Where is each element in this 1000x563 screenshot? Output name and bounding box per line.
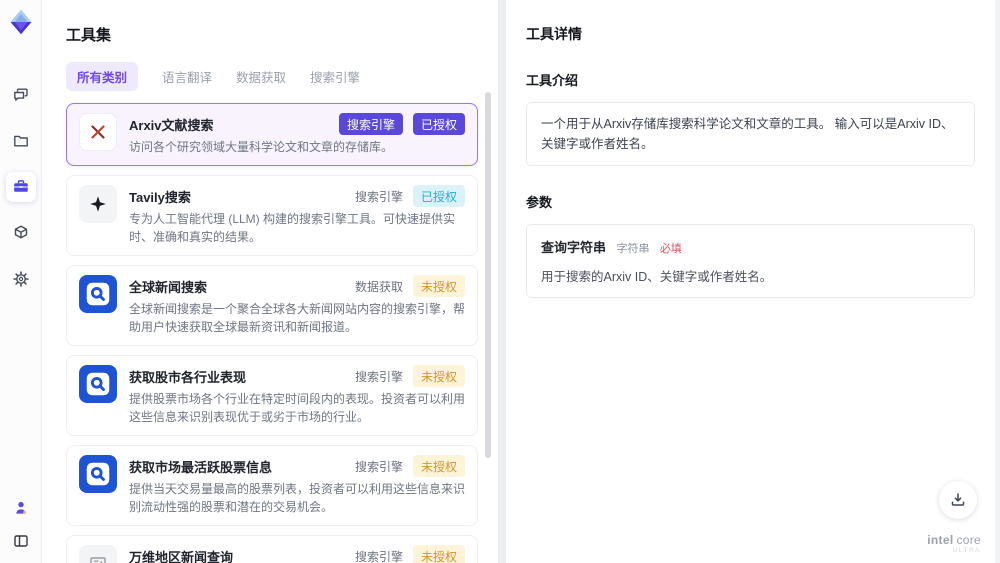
intel-core-badge: intel core ULTRA bbox=[927, 532, 981, 554]
tool-card[interactable]: Arxiv文献搜索 搜索引擎 已授权 访问各个研究领域大量科学论文和文章的存储库… bbox=[66, 103, 478, 166]
sidebar-item-settings[interactable] bbox=[6, 264, 36, 294]
tool-description: 提供股票市场各个行业在特定时间段内的表现。投资者可以利用这些信息来识别表现优于或… bbox=[129, 392, 466, 424]
chat-icon bbox=[13, 88, 28, 101]
gear-icon bbox=[12, 271, 29, 287]
diamond-logo bbox=[10, 9, 31, 35]
download-icon bbox=[951, 493, 965, 506]
tool-card-body: 全球新闻搜索 数据获取 未授权 全球新闻搜索是一个聚合全球各大新闻网站内容的搜索… bbox=[129, 275, 465, 336]
sidebar-item-files[interactable] bbox=[6, 126, 36, 156]
icon-sidebar bbox=[0, 0, 42, 563]
tool-icon bbox=[79, 365, 117, 403]
tool-title: Tavily搜索 bbox=[129, 190, 191, 205]
panel-toggle-icon bbox=[13, 535, 28, 547]
tool-card-body: 获取市场最活跃股票信息 搜索引擎 未授权 提供当天交易量最高的股票列表，投资者可… bbox=[129, 455, 465, 516]
panel-toggle[interactable] bbox=[6, 529, 36, 553]
newspaper-icon bbox=[90, 557, 106, 563]
window-scrollbar-track[interactable] bbox=[995, 0, 1000, 563]
tool-title: 获取股市各行业表现 bbox=[129, 370, 247, 385]
brand-intel: intel bbox=[927, 532, 954, 547]
tool-icon bbox=[79, 275, 117, 313]
category-badge: 数据获取 bbox=[354, 279, 403, 294]
param-description: 用于搜索的Arxiv ID、关键字或作者姓名。 bbox=[541, 270, 773, 284]
tool-card-body: Arxiv文献搜索 搜索引擎 已授权 访问各个研究领域大量科学论文和文章的存储库… bbox=[129, 113, 465, 156]
auth-status-badge: 未授权 bbox=[412, 275, 465, 297]
user-icon bbox=[15, 501, 26, 514]
package-icon bbox=[14, 225, 27, 239]
toolbox-icon bbox=[13, 180, 28, 192]
tool-card[interactable]: Tavily搜索 搜索引擎 已授权 专为人工智能代理 (LLM) 构建的搜索引擎… bbox=[66, 175, 478, 256]
category-badge: 搜索引擎 bbox=[354, 369, 403, 384]
search-app-icon bbox=[86, 372, 110, 396]
tool-description: 全球新闻搜索是一个聚合全球各大新闻网站内容的搜索引擎，帮助用户快速获取全球最新资… bbox=[129, 302, 466, 334]
tool-card-body: Tavily搜索 搜索引擎 已授权 专为人工智能代理 (LLM) 构建的搜索引擎… bbox=[129, 185, 465, 246]
user-avatar[interactable] bbox=[6, 497, 36, 519]
auth-status-badge: 未授权 bbox=[412, 545, 465, 563]
param-list: 查询字符串 字符串 必填 用于搜索的Arxiv ID、关键字或作者姓名。 bbox=[526, 224, 975, 298]
tool-icon bbox=[79, 455, 117, 493]
intro-section-title: 工具介绍 bbox=[526, 73, 579, 88]
auth-status-badge: 已授权 bbox=[412, 185, 465, 207]
search-app-icon bbox=[86, 282, 110, 306]
category-badge: 搜索引擎 bbox=[354, 189, 403, 204]
tool-title: Arxiv文献搜索 bbox=[129, 118, 214, 133]
sidebar-item-tools[interactable] bbox=[5, 172, 36, 202]
folder-icon bbox=[13, 135, 28, 147]
category-tab[interactable]: 数据获取 bbox=[236, 62, 286, 91]
tool-card[interactable]: 万维地区新闻查询 搜索引擎 未授权 查询具体行政区划内的新闻，快速了解各地新闻动 bbox=[66, 535, 478, 563]
tool-card[interactable]: 获取股市各行业表现 搜索引擎 未授权 提供股票市场各个行业在特定时间段内的表现。… bbox=[66, 355, 478, 436]
tool-title: 获取市场最活跃股票信息 bbox=[129, 460, 273, 475]
category-tab[interactable]: 语言翻译 bbox=[162, 62, 212, 91]
category-tab[interactable]: 所有类别 bbox=[66, 62, 139, 91]
tool-icon bbox=[79, 185, 117, 223]
tool-description: 提供当天交易量最高的股票列表，投资者可以利用这些信息来识别流动性强的股票和潜在的… bbox=[129, 482, 466, 514]
tool-detail-panel: 工具详情 工具介绍 一个用于从Arxiv存储库搜索科学论文和文章的工具。 输入可… bbox=[506, 0, 995, 563]
tool-description: 专为人工智能代理 (LLM) 构建的搜索引擎工具。可快速提供实时、准确和真实的结… bbox=[129, 212, 456, 244]
page-title: 工具集 bbox=[66, 27, 112, 44]
param-name: 查询字符串 bbox=[541, 240, 607, 255]
tool-card-body: 获取股市各行业表现 搜索引擎 未授权 提供股票市场各个行业在特定时间段内的表现。… bbox=[129, 365, 465, 426]
auth-status-badge: 未授权 bbox=[412, 365, 465, 387]
sidebar-item-models[interactable] bbox=[6, 218, 36, 248]
tool-intro-text: 一个用于从Arxiv存储库搜索科学论文和文章的工具。 输入可以是Arxiv ID… bbox=[526, 102, 975, 166]
tool-card[interactable]: 获取市场最活跃股票信息 搜索引擎 未授权 提供当天交易量最高的股票列表，投资者可… bbox=[66, 445, 478, 526]
tool-card[interactable]: 全球新闻搜索 数据获取 未授权 全球新闻搜索是一个聚合全球各大新闻网站内容的搜索… bbox=[66, 265, 478, 346]
tool-card-body: 万维地区新闻查询 搜索引擎 未授权 查询具体行政区划内的新闻，快速了解各地新闻动 bbox=[129, 545, 465, 563]
category-badge: 搜索引擎 bbox=[354, 549, 403, 563]
brand-core: core bbox=[956, 532, 981, 547]
app-logo bbox=[7, 8, 35, 36]
detail-title: 工具详情 bbox=[526, 26, 582, 42]
auth-status-badge: 未授权 bbox=[412, 455, 465, 477]
search-app-icon bbox=[86, 462, 110, 486]
category-badge: 搜索引擎 bbox=[338, 113, 403, 135]
panel-divider bbox=[498, 0, 506, 563]
category-tab[interactable]: 搜索引擎 bbox=[310, 62, 360, 91]
tool-title: 全球新闻搜索 bbox=[129, 280, 208, 295]
tool-icon bbox=[79, 545, 117, 563]
category-tabs: 所有类别 语言翻译 数据获取 搜索引擎 bbox=[42, 45, 498, 101]
tool-description: 访问各个研究领域大量科学论文和文章的存储库。 bbox=[129, 140, 394, 154]
params-section-title: 参数 bbox=[526, 195, 553, 210]
sidebar-item-chat[interactable] bbox=[6, 80, 36, 110]
param-required-flag: 必填 bbox=[659, 243, 682, 255]
tools-panel: 工具集 所有类别 语言翻译 数据获取 搜索引擎 Arxiv文献搜索 搜索引擎 已… bbox=[42, 0, 498, 563]
auth-status-badge: 已授权 bbox=[412, 113, 465, 135]
arxiv-logo-icon bbox=[91, 125, 105, 139]
sparkle-icon bbox=[90, 196, 106, 212]
download-button[interactable] bbox=[939, 481, 977, 519]
param-type: 字符串 bbox=[616, 243, 650, 255]
brand-ultra: ULTRA bbox=[952, 546, 981, 554]
scrollbar-thumb[interactable] bbox=[485, 92, 491, 458]
param-card: 查询字符串 字符串 必填 用于搜索的Arxiv ID、关键字或作者姓名。 bbox=[526, 224, 975, 298]
tool-title: 万维地区新闻查询 bbox=[129, 550, 234, 563]
tool-icon bbox=[79, 113, 117, 151]
category-badge: 搜索引擎 bbox=[354, 459, 403, 474]
tool-card-list: Arxiv文献搜索 搜索引擎 已授权 访问各个研究领域大量科学论文和文章的存储库… bbox=[42, 101, 498, 563]
